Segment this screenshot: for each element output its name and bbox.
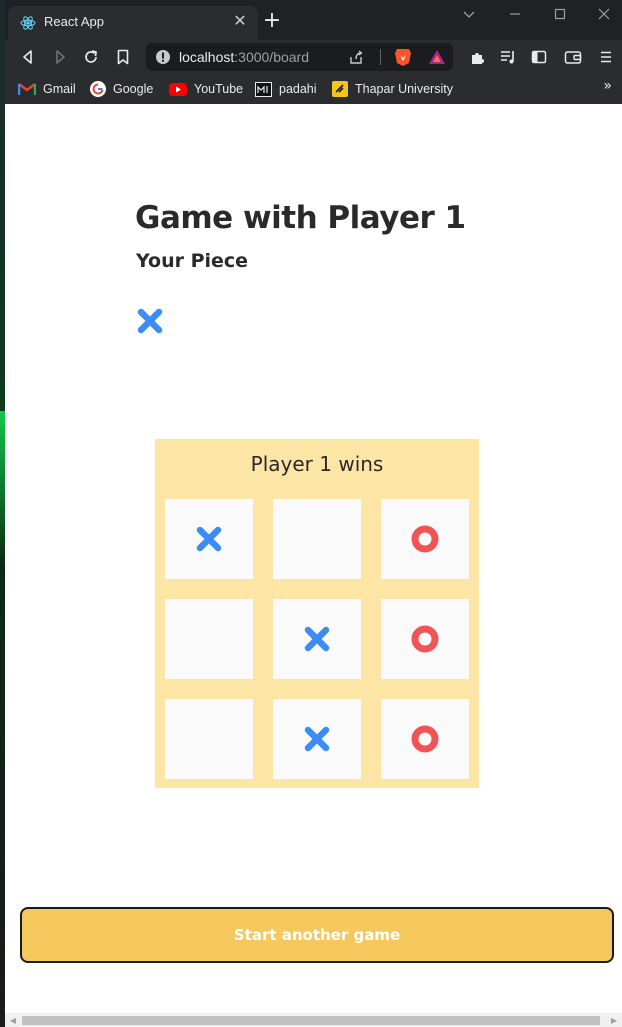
share-icon[interactable] [348, 49, 364, 65]
horizontal-scrollbar[interactable]: ◀ ▶ [5, 1013, 622, 1027]
scrollbar-thumb[interactable] [22, 1016, 600, 1025]
bookmark-gmail[interactable]: Gmail [18, 80, 76, 98]
sidebar-icon[interactable] [528, 46, 550, 68]
board-cell-r2c1[interactable] [165, 599, 253, 679]
o-piece-icon [411, 625, 439, 653]
board-cell-r1c1[interactable] [165, 499, 253, 579]
your-piece-label: Your Piece [136, 250, 249, 272]
new-tab-button[interactable]: + [261, 10, 283, 32]
browser-tab[interactable]: React App ✕ [8, 6, 258, 40]
bookmark-google[interactable]: Google [90, 80, 153, 98]
menu-icon[interactable] [595, 46, 617, 68]
tab-close-icon[interactable]: ✕ [230, 11, 250, 31]
back-icon[interactable] [17, 46, 39, 68]
x-piece-icon [304, 626, 330, 652]
board-cell-r3c1[interactable] [165, 699, 253, 779]
board-cell-r3c3[interactable] [381, 699, 469, 779]
tab-search-icon[interactable] [454, 4, 484, 26]
gmail-icon [18, 83, 36, 95]
x-piece-icon [304, 726, 330, 752]
bookmark-padahi[interactable]: padahi [255, 80, 317, 98]
youtube-icon [169, 82, 187, 96]
board-cell-r2c2[interactable] [273, 599, 361, 679]
url-text[interactable]: localhost:3000/board [179, 49, 309, 65]
bookmark-thapar-university[interactable]: Thapar University [332, 80, 453, 98]
board-cell-r3c2[interactable] [273, 699, 361, 779]
bookmark-icon[interactable] [112, 46, 134, 68]
o-piece-icon [411, 525, 439, 553]
page-content: Game with Player 1 Your Piece Player 1 w… [5, 104, 622, 1027]
browser-tabbar: React App ✕ + [5, 0, 622, 40]
bookmark-youtube[interactable]: YouTube [169, 80, 243, 98]
board-cell-r1c2[interactable] [273, 499, 361, 579]
close-window-icon[interactable] [589, 4, 619, 26]
brave-rewards-icon[interactable] [428, 48, 446, 66]
board-cell-r2c3[interactable] [381, 599, 469, 679]
board-cell-r1c3[interactable] [381, 499, 469, 579]
x-piece-icon [137, 308, 163, 334]
thapar-icon [332, 81, 348, 97]
brave-shield-icon[interactable] [394, 47, 412, 67]
forward-icon[interactable] [49, 46, 71, 68]
address-bar[interactable]: localhost:3000/board [146, 43, 453, 71]
scroll-left-icon[interactable]: ◀ [8, 1016, 18, 1025]
maximize-icon[interactable] [545, 4, 575, 26]
o-piece-icon [411, 725, 439, 753]
game-board: Player 1 wins [155, 439, 479, 788]
media-playlist-icon[interactable] [497, 46, 519, 68]
site-info-icon[interactable] [155, 49, 171, 65]
x-piece-icon [196, 526, 222, 552]
react-icon [20, 16, 36, 30]
padahi-icon [255, 81, 272, 97]
tab-title: React App [44, 14, 104, 29]
minimize-icon[interactable] [500, 4, 530, 26]
extensions-icon[interactable] [467, 46, 489, 68]
scroll-right-icon[interactable]: ▶ [609, 1016, 619, 1025]
double-chevron-right-icon[interactable]: » [603, 78, 612, 94]
url-divider [380, 49, 381, 65]
bookmarks-bar: Gmail Google YouTube padahi Thapar Unive… [5, 74, 622, 104]
game-status: Player 1 wins [250, 452, 384, 476]
start-another-game-button[interactable]: Start another game [20, 907, 614, 963]
reload-icon[interactable] [80, 46, 102, 68]
google-icon [90, 81, 106, 97]
url-host: localhost [179, 49, 235, 65]
browser-toolbar: localhost:3000/board [5, 40, 622, 74]
url-path: :3000/board [234, 49, 309, 65]
page-title: Game with Player 1 [135, 200, 466, 236]
wallet-icon[interactable] [562, 46, 584, 68]
